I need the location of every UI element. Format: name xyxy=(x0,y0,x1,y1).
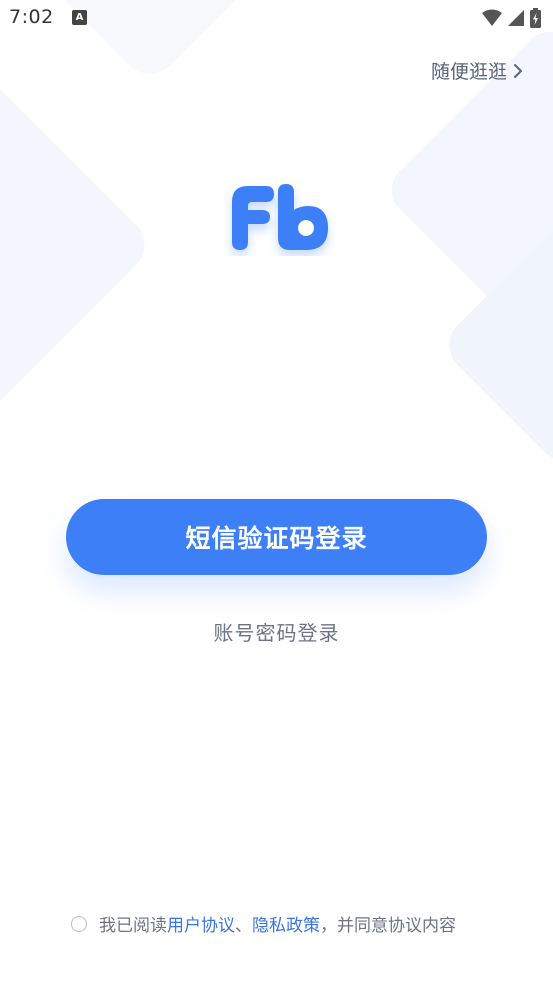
chevron-right-icon xyxy=(514,63,522,78)
app-logo xyxy=(232,184,328,250)
agreement-row: 我已阅读 用户协议 、 隐私政策 ，并同意协议内容 xyxy=(71,911,456,936)
agree-checkbox[interactable] xyxy=(71,915,87,932)
status-bar: 7:02 A xyxy=(0,0,553,38)
browse-label: 随便逛逛 xyxy=(430,61,507,83)
agreement-separator: 、 xyxy=(235,916,252,936)
signal-icon xyxy=(508,10,524,26)
password-login-link[interactable]: 账号密码登录 xyxy=(0,617,553,646)
browse-button[interactable]: 随便逛逛 xyxy=(431,57,523,84)
agreement-prefix: 我已阅读 xyxy=(99,916,167,936)
sms-login-button[interactable]: 短信验证码登录 xyxy=(66,499,487,575)
background-decoration xyxy=(0,54,156,436)
status-icons xyxy=(482,8,541,28)
agreement-suffix: ，并同意协议内容 xyxy=(320,916,456,936)
notification-icon: A xyxy=(72,10,87,25)
wifi-icon xyxy=(482,9,502,26)
status-time: 7:02 xyxy=(9,6,54,28)
privacy-policy-link[interactable]: 隐私政策 xyxy=(252,911,320,936)
battery-charging-icon xyxy=(530,8,541,28)
user-agreement-link[interactable]: 用户协议 xyxy=(167,911,235,936)
